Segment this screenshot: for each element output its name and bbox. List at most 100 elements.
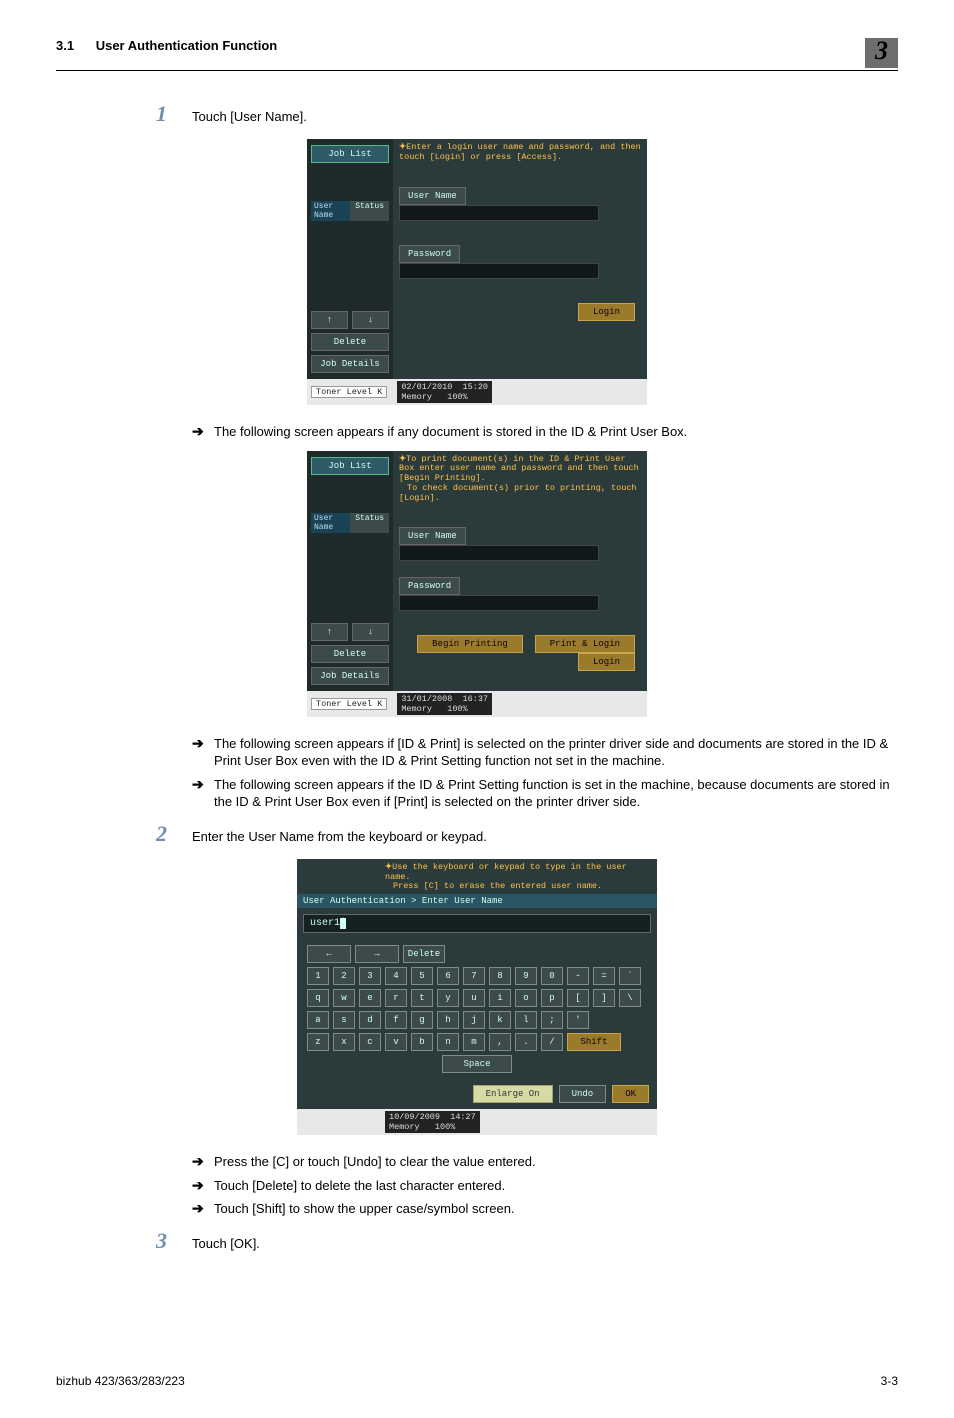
print-login-button[interactable]: Print & Login <box>535 635 635 653</box>
key-t[interactable]: t <box>411 989 433 1007</box>
key-q[interactable]: q <box>307 989 329 1007</box>
datetime: 31/01/2008 16:37 Memory 100% <box>397 693 492 715</box>
col-user-name: User Name <box>311 513 350 533</box>
begin-printing-button[interactable]: Begin Printing <box>417 635 523 653</box>
chapter-badge: 3 <box>865 38 898 68</box>
key-[[interactable]: [ <box>567 989 589 1007</box>
key-m[interactable]: m <box>463 1033 485 1051</box>
status-header: User Name Status <box>311 201 389 221</box>
password-button[interactable]: Password <box>399 577 460 595</box>
key-7[interactable]: 7 <box>463 967 485 985</box>
key-`[interactable]: ` <box>619 967 641 985</box>
ok-button[interactable]: OK <box>612 1085 649 1103</box>
key-y[interactable]: y <box>437 989 459 1007</box>
up-arrow-button[interactable]: ↑ <box>311 311 348 329</box>
key--[interactable]: - <box>567 967 589 985</box>
job-list-button[interactable]: Job List <box>311 145 389 163</box>
key-p[interactable]: p <box>541 989 563 1007</box>
key-;[interactable]: ; <box>541 1011 563 1029</box>
key-h[interactable]: h <box>437 1011 459 1029</box>
job-details-button[interactable]: Job Details <box>311 355 389 373</box>
text-input[interactable]: user1| <box>303 914 651 933</box>
key-'[interactable]: ' <box>567 1011 589 1029</box>
key-\[interactable]: \ <box>619 989 641 1007</box>
key-,[interactable]: , <box>489 1033 511 1051</box>
down-arrow-button[interactable]: ↓ <box>352 623 389 641</box>
device-screenshot-login: Job List User Name Status ↑ ↓ Delete Job… <box>307 139 647 405</box>
key-row-4: zxcvbnm,./Shift <box>307 1033 647 1051</box>
key-row-3: asdfghjkl;' <box>307 1011 647 1029</box>
key-8[interactable]: 8 <box>489 967 511 985</box>
shift-key[interactable]: Shift <box>567 1033 621 1051</box>
undo-button[interactable]: Undo <box>559 1085 607 1103</box>
space-key[interactable]: Space <box>442 1055 512 1073</box>
status-header: User Name Status <box>311 513 389 533</box>
login-button[interactable]: Login <box>578 303 635 321</box>
key-n[interactable]: n <box>437 1033 459 1051</box>
key-b[interactable]: b <box>411 1033 433 1051</box>
key-j[interactable]: j <box>463 1011 485 1029</box>
note-row: ➔ Press the [C] or touch [Undo] to clear… <box>192 1153 898 1171</box>
login-button[interactable]: Login <box>578 653 635 671</box>
key-0[interactable]: 0 <box>541 967 563 985</box>
note-row: ➔ The following screen appears if the ID… <box>192 776 898 811</box>
key-l[interactable]: l <box>515 1011 537 1029</box>
key-r[interactable]: r <box>385 989 407 1007</box>
key-v[interactable]: v <box>385 1033 407 1051</box>
note-text: The following screen appears if any docu… <box>214 423 687 441</box>
user-name-button[interactable]: User Name <box>399 527 466 545</box>
key-2[interactable]: 2 <box>333 967 355 985</box>
note-row: ➔ The following screen appears if [ID & … <box>192 735 898 770</box>
key-a[interactable]: a <box>307 1011 329 1029</box>
user-name-field: User Name <box>399 187 641 221</box>
job-list-button[interactable]: Job List <box>311 457 389 475</box>
delete-key[interactable]: Delete <box>403 945 445 963</box>
keyboard: ← → Delete 1234567890-=` qwertyuiop[]\ a… <box>297 939 657 1085</box>
key-1[interactable]: 1 <box>307 967 329 985</box>
user-name-input[interactable] <box>399 205 599 221</box>
arrow-left-key[interactable]: ← <box>307 945 351 963</box>
key-i[interactable]: i <box>489 989 511 1007</box>
key-][interactable]: ] <box>593 989 615 1007</box>
key-d[interactable]: d <box>359 1011 381 1029</box>
key-w[interactable]: w <box>333 989 355 1007</box>
key-5[interactable]: 5 <box>411 967 433 985</box>
key-g[interactable]: g <box>411 1011 433 1029</box>
enlarge-button[interactable]: Enlarge On <box>473 1085 553 1103</box>
arrow-icon: ➔ <box>192 1153 214 1170</box>
col-user-name: User Name <box>311 201 350 221</box>
arrow-icon: ➔ <box>192 735 214 752</box>
delete-button[interactable]: Delete <box>311 645 389 663</box>
password-input[interactable] <box>399 263 599 279</box>
key-9[interactable]: 9 <box>515 967 537 985</box>
key-6[interactable]: 6 <box>437 967 459 985</box>
up-arrow-button[interactable]: ↑ <box>311 623 348 641</box>
key-4[interactable]: 4 <box>385 967 407 985</box>
key-s[interactable]: s <box>333 1011 355 1029</box>
down-arrow-button[interactable]: ↓ <box>352 311 389 329</box>
key-x[interactable]: x <box>333 1033 355 1051</box>
job-details-button[interactable]: Job Details <box>311 667 389 685</box>
key-e[interactable]: e <box>359 989 381 1007</box>
datetime: 02/01/2010 15:20 Memory 100% <box>397 381 492 403</box>
password-button[interactable]: Password <box>399 245 460 263</box>
arrow-right-key[interactable]: → <box>355 945 399 963</box>
key-.[interactable]: . <box>515 1033 537 1051</box>
key-u[interactable]: u <box>463 989 485 1007</box>
key-f[interactable]: f <box>385 1011 407 1029</box>
key-=[interactable]: = <box>593 967 615 985</box>
key-o[interactable]: o <box>515 989 537 1007</box>
step-number: 2 <box>156 821 192 847</box>
user-name-button[interactable]: User Name <box>399 187 466 205</box>
note-row: ➔ Touch [Shift] to show the upper case/s… <box>192 1200 898 1218</box>
key-c[interactable]: c <box>359 1033 381 1051</box>
key-3[interactable]: 3 <box>359 967 381 985</box>
key-z[interactable]: z <box>307 1033 329 1051</box>
password-input[interactable] <box>399 595 599 611</box>
note-row: ➔ The following screen appears if any do… <box>192 423 898 441</box>
delete-button[interactable]: Delete <box>311 333 389 351</box>
note-row: ➔ Touch [Delete] to delete the last char… <box>192 1177 898 1195</box>
key-/[interactable]: / <box>541 1033 563 1051</box>
user-name-input[interactable] <box>399 545 599 561</box>
key-k[interactable]: k <box>489 1011 511 1029</box>
